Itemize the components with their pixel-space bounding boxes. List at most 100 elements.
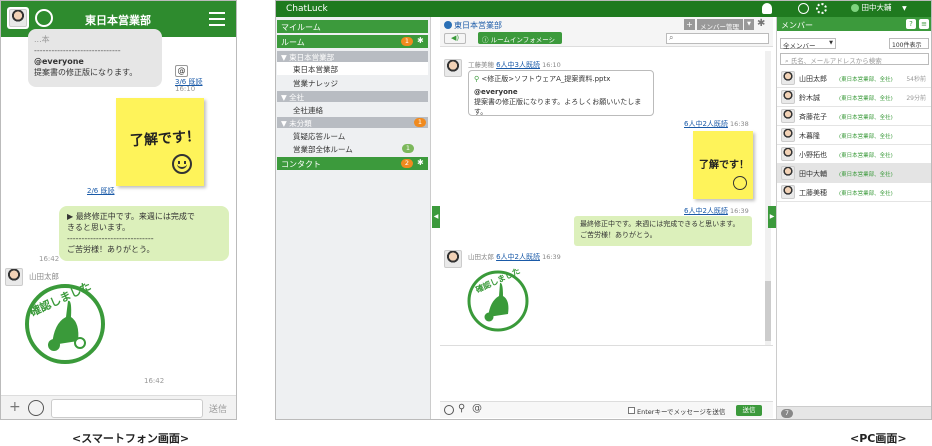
sticker-text: 了解です！ [129, 128, 201, 150]
group-header[interactable]: ▼ 未分類 1 [277, 117, 428, 128]
mention-icon[interactable]: @ [175, 65, 188, 77]
smiley-icon [172, 154, 192, 174]
group-label: 東日本営業部 [289, 53, 335, 62]
add-member-button[interactable]: + [684, 19, 695, 30]
collapse-right-button[interactable]: ▶ [768, 206, 776, 228]
file-attachment[interactable]: ⚲ <修正版>ソフトウェアA_提案資料.pptx [474, 74, 648, 84]
read-receipt[interactable]: 6人中3人既読 [496, 61, 540, 69]
mention-icon[interactable]: @ [472, 403, 482, 414]
timestamp: 16:10 [542, 61, 561, 69]
gear-icon[interactable]: ✱ [757, 18, 765, 29]
message-bubble: ▶ 最終修正中です。来週には完成で きると思います。 -------------… [59, 206, 229, 261]
group-label: 未分類 [289, 119, 312, 128]
enter-send-label: Enterキーでメッセージを送信 [637, 408, 726, 416]
member-search-input[interactable]: ⌕ 氏名、メールアドレスから検索 [780, 53, 929, 65]
member-row[interactable]: 鈴木誠 (東日本営業部、全社) 29分前 [777, 88, 931, 107]
myroom-header[interactable]: マイルーム [277, 20, 428, 33]
collapse-left-button[interactable]: ◀ [432, 206, 440, 228]
gear-icon[interactable]: ✱ [417, 36, 424, 45]
sticker-note: 了解です！ [116, 98, 204, 186]
room-info-label: ルームインフォメーション [482, 36, 556, 54]
read-receipt[interactable]: 6人中2人既読 [684, 120, 728, 128]
member-row[interactable]: 小野拓也 (東日本営業部、全社) [777, 145, 931, 164]
speaker-icon[interactable]: ◀) [444, 33, 466, 44]
read-receipt[interactable]: 6人中2人既読 [684, 207, 728, 215]
composer-area[interactable] [440, 345, 773, 401]
member-dept: (東日本営業部、全社) [839, 172, 893, 178]
read-receipt[interactable]: 6人中2人既読 [496, 253, 540, 261]
sidebar-item[interactable]: 質疑応答ルーム [277, 129, 428, 142]
member-mgmt-button[interactable]: メンバー管理 [697, 19, 743, 31]
timestamp: 16:38 [730, 120, 749, 128]
avatar[interactable] [5, 268, 23, 286]
room-info-button[interactable]: ⓘ ルームインフォメーション [478, 32, 562, 54]
globe-icon[interactable] [798, 3, 809, 14]
select-value: 100件表示 [892, 42, 922, 49]
sidebar-item[interactable]: 営業部全体ルーム 1 [277, 142, 428, 155]
emoji-icon[interactable] [444, 405, 454, 415]
paperclip-icon: ⚲ [474, 75, 480, 83]
member-row[interactable]: 山田太郎 (東日本営業部、全社) 54秒前 [777, 69, 931, 88]
member-row[interactable]: 木暮隆 (東日本営業部、全社) [777, 126, 931, 145]
sidebar-item[interactable]: 東日本営業部 [277, 62, 428, 75]
settings-icon[interactable] [816, 3, 827, 14]
message-divider: ------------------------------ [34, 46, 121, 55]
sticker-note: 了解です！ [693, 131, 753, 199]
smiley-icon [733, 176, 747, 190]
member-row[interactable]: 工藤美穂 (東日本営業部、全社) [777, 183, 931, 202]
person-icon[interactable] [762, 3, 772, 14]
search-icon[interactable]: ⌕ [669, 33, 673, 43]
unread-badge: 1 [402, 144, 414, 153]
group-header[interactable]: ▼ 東日本営業部 [277, 51, 428, 62]
page-title: 東日本営業部 [85, 14, 151, 27]
chevron-down-icon: ▼ [829, 40, 833, 46]
send-button[interactable]: 送信 [736, 405, 762, 416]
select-value: 全メンバー [783, 42, 816, 50]
stamp-image: 確認しました [466, 266, 530, 333]
user-name: 田中大輔 [861, 3, 892, 12]
member-row[interactable]: 斉藤花子 (東日本営業部、全社) [777, 107, 931, 126]
message-input[interactable] [51, 399, 203, 418]
enter-send-checkbox[interactable] [628, 407, 635, 414]
contact-header[interactable]: コンタクト 2 ✱ [277, 157, 428, 170]
read-receipt[interactable]: 2/6 既読 [87, 186, 115, 196]
stamp-image: 確認しました [24, 279, 106, 365]
message-divider: ------------------------------ [67, 234, 154, 243]
smartphone-screen: 東日本営業部 ...本 ----------------------------… [0, 0, 237, 420]
send-button[interactable]: 送信 [209, 402, 227, 415]
search-input[interactable] [666, 33, 769, 44]
scrollbar[interactable] [765, 51, 771, 351]
sender-name: 山田太郎 [29, 272, 59, 281]
avatar[interactable] [444, 250, 462, 268]
member-name: 木暮隆 [799, 132, 820, 140]
sidebar-item[interactable]: 営業ナレッジ [277, 76, 428, 89]
room-header[interactable]: ルーム 1 ✱ [277, 35, 428, 48]
chevron-down-icon[interactable]: ▼ [744, 19, 754, 30]
emoji-icon[interactable] [28, 400, 44, 416]
left-panel: マイルーム ルーム 1 ✱ ▼ 東日本営業部 東日本営業部 営業ナレッジ ▼ 全… [276, 17, 431, 419]
plus-icon[interactable]: + [9, 399, 21, 415]
list-icon[interactable]: ≡ [919, 19, 929, 29]
member-filter-select[interactable]: 全メンバー ▼ [780, 38, 836, 50]
sidebar-item[interactable]: 全社連絡 [277, 103, 428, 116]
timestamp: 16:42 [144, 377, 165, 385]
hamburger-menu-icon[interactable] [209, 12, 225, 26]
unread-badge: 1 [414, 118, 426, 127]
gear-icon[interactable]: ✱ [417, 158, 424, 167]
avatar[interactable] [444, 59, 462, 77]
user-avatar[interactable] [7, 7, 29, 29]
avatar [781, 109, 795, 123]
member-name: 山田太郎 [799, 75, 827, 83]
member-row[interactable]: 田中大輔 (東日本営業部、全社) [777, 164, 931, 183]
status-icon [851, 3, 859, 12]
help-icon[interactable]: ? [906, 19, 916, 29]
user-menu[interactable]: 田中大輔 ▼ [851, 2, 921, 16]
group-header[interactable]: ▼ 全社 [277, 91, 428, 102]
member-name: 鈴木誠 [799, 94, 820, 102]
page-size-select[interactable]: 100件表示 [889, 38, 929, 49]
globe-icon[interactable] [35, 9, 53, 27]
paperclip-icon[interactable]: ⚲ [458, 403, 465, 414]
mention-text: @everyone [474, 88, 518, 96]
pc-screen: ChatLuck 田中大輔 ▼ マイルーム ルーム 1 ✱ ▼ 東日本営業部 東… [275, 0, 932, 420]
unread-badge: 2 [401, 159, 413, 168]
